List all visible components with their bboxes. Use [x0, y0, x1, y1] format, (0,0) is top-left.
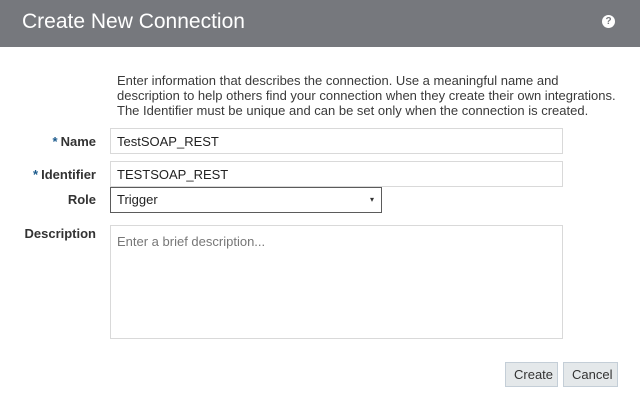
name-field[interactable]	[110, 128, 563, 154]
identifier-label: * Identifier	[33, 167, 96, 182]
dropdown-arrow-icon: ▾	[369, 195, 374, 204]
create-button[interactable]: Create	[505, 362, 558, 387]
role-label: Role	[67, 192, 96, 207]
role-select[interactable]: Trigger ▾	[110, 187, 382, 213]
description-field[interactable]	[110, 225, 563, 339]
create-connection-dialog: Create New Connection ? Enter informatio…	[0, 0, 640, 403]
description-label: Description	[24, 226, 96, 241]
identifier-field[interactable]	[110, 161, 563, 187]
name-label: * Name	[52, 134, 96, 149]
dialog-title: Create New Connection	[22, 10, 245, 33]
dialog-header: Create New Connection ?	[0, 0, 640, 47]
cancel-button[interactable]: Cancel	[563, 362, 618, 387]
required-marker: *	[33, 167, 39, 182]
role-selected-value: Trigger	[117, 192, 158, 207]
required-marker: *	[52, 134, 58, 149]
intro-text: Enter information that describes the con…	[117, 73, 616, 118]
help-icon[interactable]: ?	[602, 15, 615, 28]
